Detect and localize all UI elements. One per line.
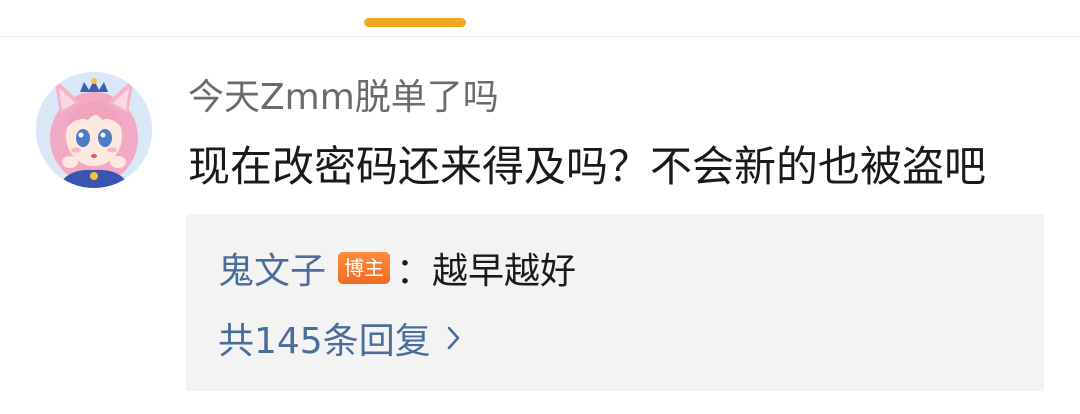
chevron-right-icon [447,325,461,351]
header-divider [0,36,1080,37]
reply-text: 越早越好 [432,251,577,292]
more-replies-link[interactable]: 共145条回复 [218,312,461,364]
comment-text: 现在改密码还来得及吗？不会新的也被盗吧 [188,142,987,191]
more-replies-label: 共145条回复 [218,321,431,362]
reply-author[interactable]: 鬼文子 [218,242,326,294]
author-badge: 博主 [338,252,391,284]
reply-preview-line: 鬼文子 博主 ： 越早越好 [218,244,576,292]
avatar[interactable] [36,72,152,188]
reply-colon: ： [396,251,433,292]
comment-page: 今天Zmm脱单了吗 现在改密码还来得及吗？不会新的也被盗吧 鬼文子 博主 ： 越… [0,0,1080,414]
active-tab-indicator [364,18,466,27]
reply-preview-box[interactable]: 鬼文子 博主 ： 越早越好 共145条回复 [186,214,1044,391]
anime-girl-avatar-icon [36,72,152,188]
comment-username[interactable]: 今天Zmm脱单了吗 [188,74,499,122]
